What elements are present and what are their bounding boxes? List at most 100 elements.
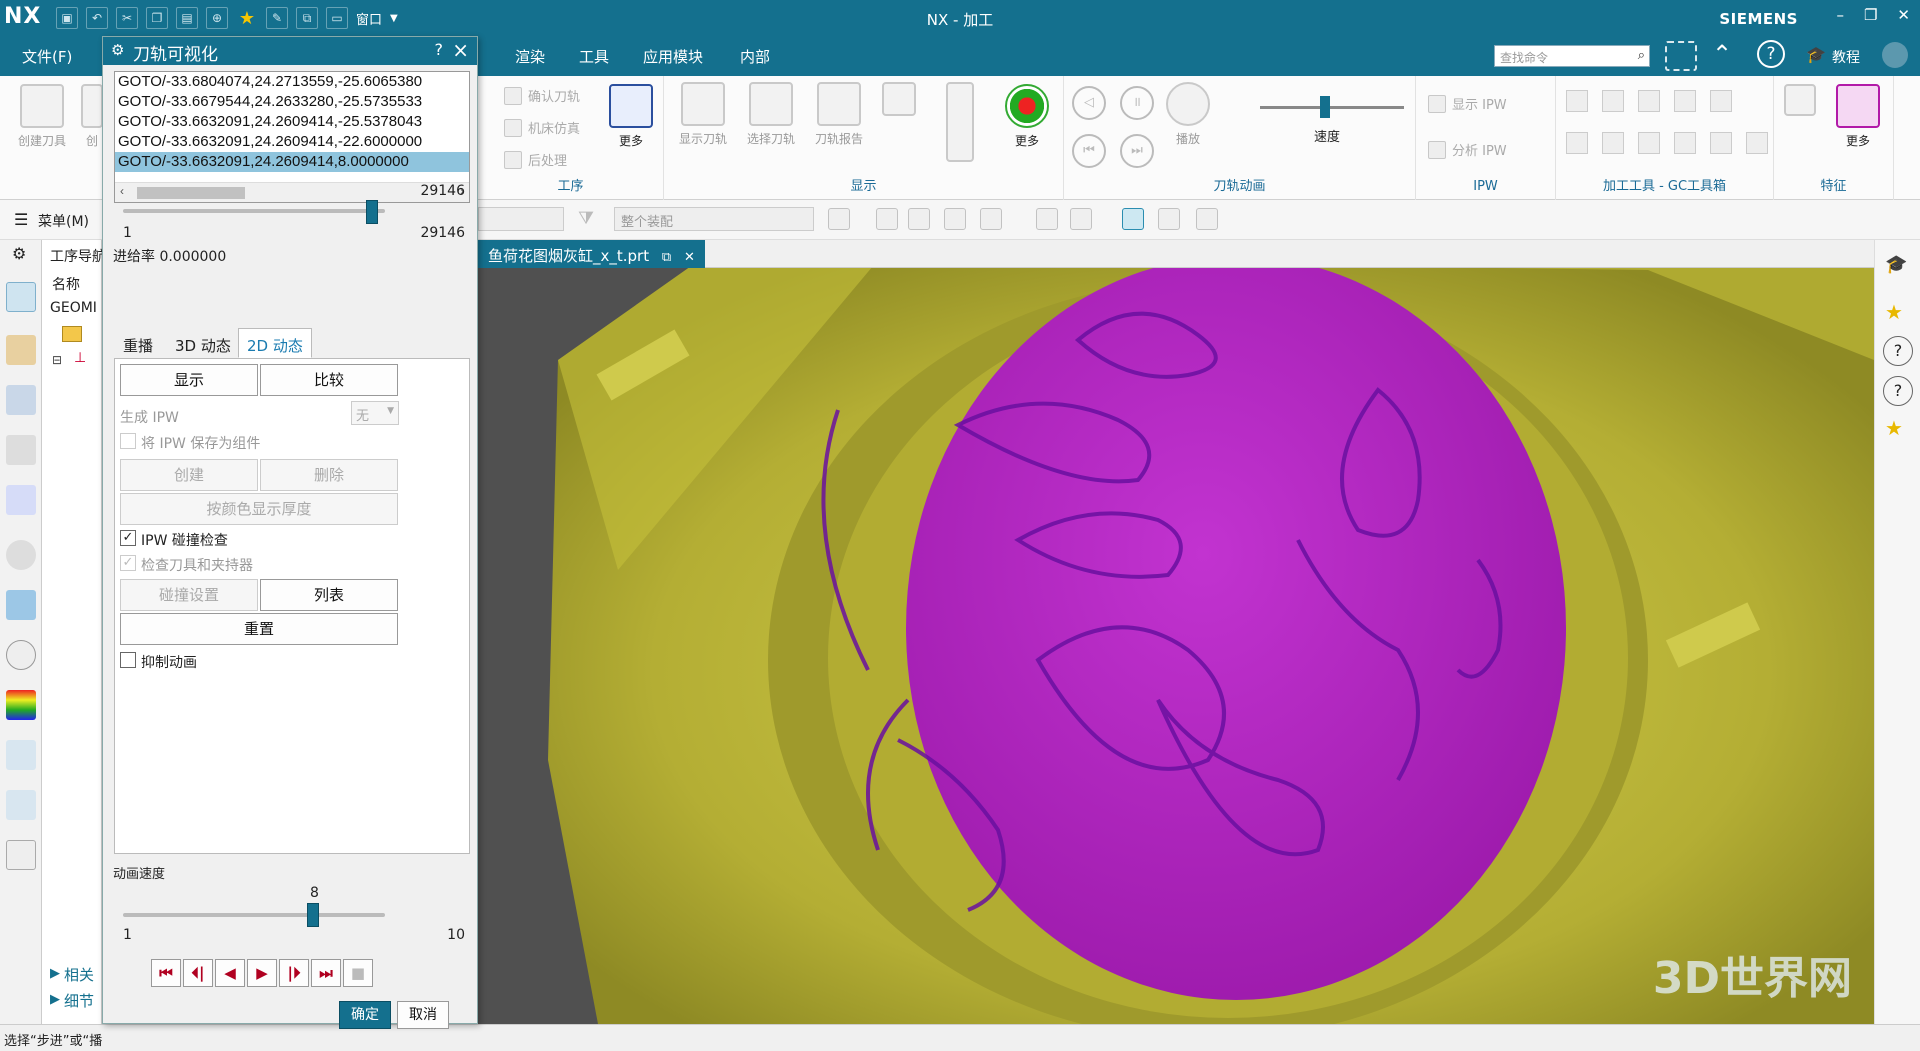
part-navigator-icon[interactable] (6, 435, 36, 465)
expand-related-icon[interactable]: ▶ (50, 966, 60, 981)
cancel-button[interactable]: 取消 (397, 1001, 449, 1029)
cam-tool-icon[interactable] (6, 740, 36, 770)
machine-simulation-button[interactable]: 机床仿真 (504, 118, 580, 137)
toolpath-report-button[interactable]: 刀轨报告 (808, 82, 870, 147)
menu-tools[interactable]: 工具 (579, 46, 609, 67)
save-ipw-component-checkbox[interactable] (120, 433, 136, 449)
ipw-collision-checkbox[interactable]: ✓ (120, 530, 136, 546)
fullscreen-icon[interactable] (1665, 41, 1697, 71)
filter-icon[interactable]: ⧩ (578, 208, 594, 229)
scroll-left-icon[interactable]: ‹ (120, 184, 124, 198)
dialog-title-bar[interactable]: ⚙ 刀轨可视化 ? × (103, 37, 477, 65)
thickness-by-color-button[interactable]: 按颜色显示厚度 (120, 493, 398, 525)
user-avatar-icon[interactable] (1882, 42, 1908, 68)
point-select-icon[interactable] (980, 208, 1002, 230)
reset-button[interactable]: 重置 (120, 613, 398, 645)
menu-button[interactable]: 菜单(M) (38, 211, 89, 231)
delete-button[interactable]: 删除 (260, 459, 398, 491)
document-tab[interactable]: 鱼荷花图烟灰缸_x_t.prt ⧉ ✕ (478, 240, 705, 268)
window-menu-icon[interactable]: ▭ (326, 7, 348, 29)
show-button[interactable]: 显示 (120, 364, 258, 396)
help-icon[interactable]: ? (1883, 336, 1913, 366)
tab-replay[interactable]: 重播 (114, 328, 162, 358)
speed-slider-thumb[interactable] (1320, 96, 1330, 118)
operation-navigator-icon[interactable] (6, 282, 36, 312)
view-icon[interactable] (1158, 208, 1180, 230)
skip-start-icon[interactable]: ⏮ (1072, 134, 1106, 168)
show-toolpath-button[interactable]: 显示刀轨 (672, 82, 734, 147)
menu-hamburger-icon[interactable]: ☰ (14, 210, 28, 229)
close-tab-icon[interactable]: ✕ (684, 250, 695, 265)
gc-tool-icon[interactable] (1602, 132, 1624, 154)
play-button[interactable]: 播放 (1162, 82, 1214, 147)
window-menu-label[interactable]: 窗口 (356, 9, 382, 28)
minimize-icon[interactable]: – (1836, 6, 1844, 24)
command-search-input[interactable]: 查找命令 ⌕ (1494, 45, 1650, 67)
gc-tool-icon[interactable] (1710, 132, 1732, 154)
step-forward-icon[interactable]: |⏵ (279, 959, 309, 987)
favorites-icon[interactable]: ★ (1885, 300, 1903, 324)
postprocess-button[interactable]: 后处理 (504, 150, 567, 169)
cube-select-icon[interactable] (944, 208, 966, 230)
animation-speed-slider[interactable] (1260, 106, 1404, 109)
horizontal-scrollbar[interactable]: ‹ › (115, 182, 469, 202)
restore-icon[interactable]: ❐ (1864, 6, 1877, 24)
menu-internal[interactable]: 内部 (740, 46, 770, 67)
compare-button[interactable]: 比较 (260, 364, 398, 396)
gc-tool-icon[interactable] (1710, 90, 1732, 112)
polygon-select-icon[interactable] (908, 208, 930, 230)
pause-icon[interactable]: ॥ (1120, 86, 1154, 120)
pin-tab-icon[interactable]: ⧉ (662, 250, 671, 265)
go-to-end-icon[interactable]: ⏭ (311, 959, 341, 987)
gc-tool-icon[interactable] (1602, 90, 1624, 112)
analyze-ipw-button[interactable]: 分析 IPW (1428, 140, 1507, 159)
web-browser-icon[interactable] (6, 590, 36, 620)
stop-icon[interactable]: ■ (343, 959, 373, 987)
reuse-library-icon[interactable]: ★ (1885, 416, 1903, 440)
column-header-name[interactable]: 名称 (52, 274, 80, 294)
ok-button[interactable]: 确定 (339, 1001, 391, 1029)
list-item[interactable]: GOTO/-33.6804074,24.2713559,-25.6065380 (115, 72, 469, 92)
collapse-toggle-icon[interactable]: ⊟ (52, 353, 62, 367)
machine-tool-navigator-icon[interactable] (6, 335, 36, 365)
motion-slider-thumb[interactable] (366, 200, 378, 224)
scrollbar-thumb[interactable] (137, 187, 245, 199)
tutorial-hat-icon[interactable]: 🎓 (1806, 45, 1826, 64)
constraint-navigator-icon[interactable] (6, 485, 36, 515)
graphics-viewport[interactable]: 3D世界网 (478, 240, 1874, 1024)
repeat-command-icon[interactable]: ⊕ (206, 7, 228, 29)
gc-tool-icon[interactable] (1746, 132, 1768, 154)
close-icon[interactable]: × (452, 38, 469, 62)
assembly-navigator-icon[interactable] (6, 385, 36, 415)
show-ipw-button[interactable]: 显示 IPW (1428, 94, 1507, 113)
process-more-button[interactable]: 更多 (606, 84, 656, 149)
tab-2d-dynamic[interactable]: 2D 动态 (238, 328, 312, 358)
feature-tool-button[interactable] (1782, 84, 1818, 120)
verify-toolpath-button[interactable]: 确认刀轨 (504, 86, 580, 105)
help-icon[interactable]: ? (435, 40, 444, 59)
copy-icon[interactable]: ❐ (146, 7, 168, 29)
menu-render[interactable]: 渲染 (515, 46, 545, 67)
info-icon[interactable] (6, 540, 36, 570)
go-to-start-icon[interactable]: ⏮ (151, 959, 181, 987)
solid-select-icon[interactable] (1036, 208, 1058, 230)
filter-combo[interactable] (478, 207, 564, 231)
menu-file[interactable]: 文件(F) (22, 46, 72, 67)
mcs-icon[interactable] (1122, 208, 1144, 230)
list-item[interactable]: GOTO/-33.6679544,24.2633280,-25.5735533 (115, 92, 469, 112)
skip-end-icon[interactable]: ⏭ (1120, 134, 1154, 168)
tutorial-hat-icon[interactable]: 🎓 (1885, 254, 1907, 275)
animation-speed-track[interactable] (123, 913, 385, 917)
expand-detail-icon[interactable]: ▶ (50, 992, 60, 1007)
animation-speed-thumb[interactable] (307, 903, 319, 927)
gc-tool-icon[interactable] (1674, 132, 1696, 154)
save-icon[interactable]: ▣ (56, 7, 78, 29)
gc-tool-icon[interactable] (1674, 90, 1696, 112)
help-icon[interactable]: ? (1883, 376, 1913, 406)
step-back-icon[interactable]: ◁ (1072, 86, 1106, 120)
tab-3d-dynamic[interactable]: 3D 动态 (166, 328, 240, 358)
menu-application[interactable]: 应用模块 (643, 46, 703, 67)
step-back-icon[interactable]: ⏴| (183, 959, 213, 987)
display-more-button[interactable]: 更多 (998, 84, 1056, 149)
motion-slider-track[interactable] (123, 209, 385, 213)
